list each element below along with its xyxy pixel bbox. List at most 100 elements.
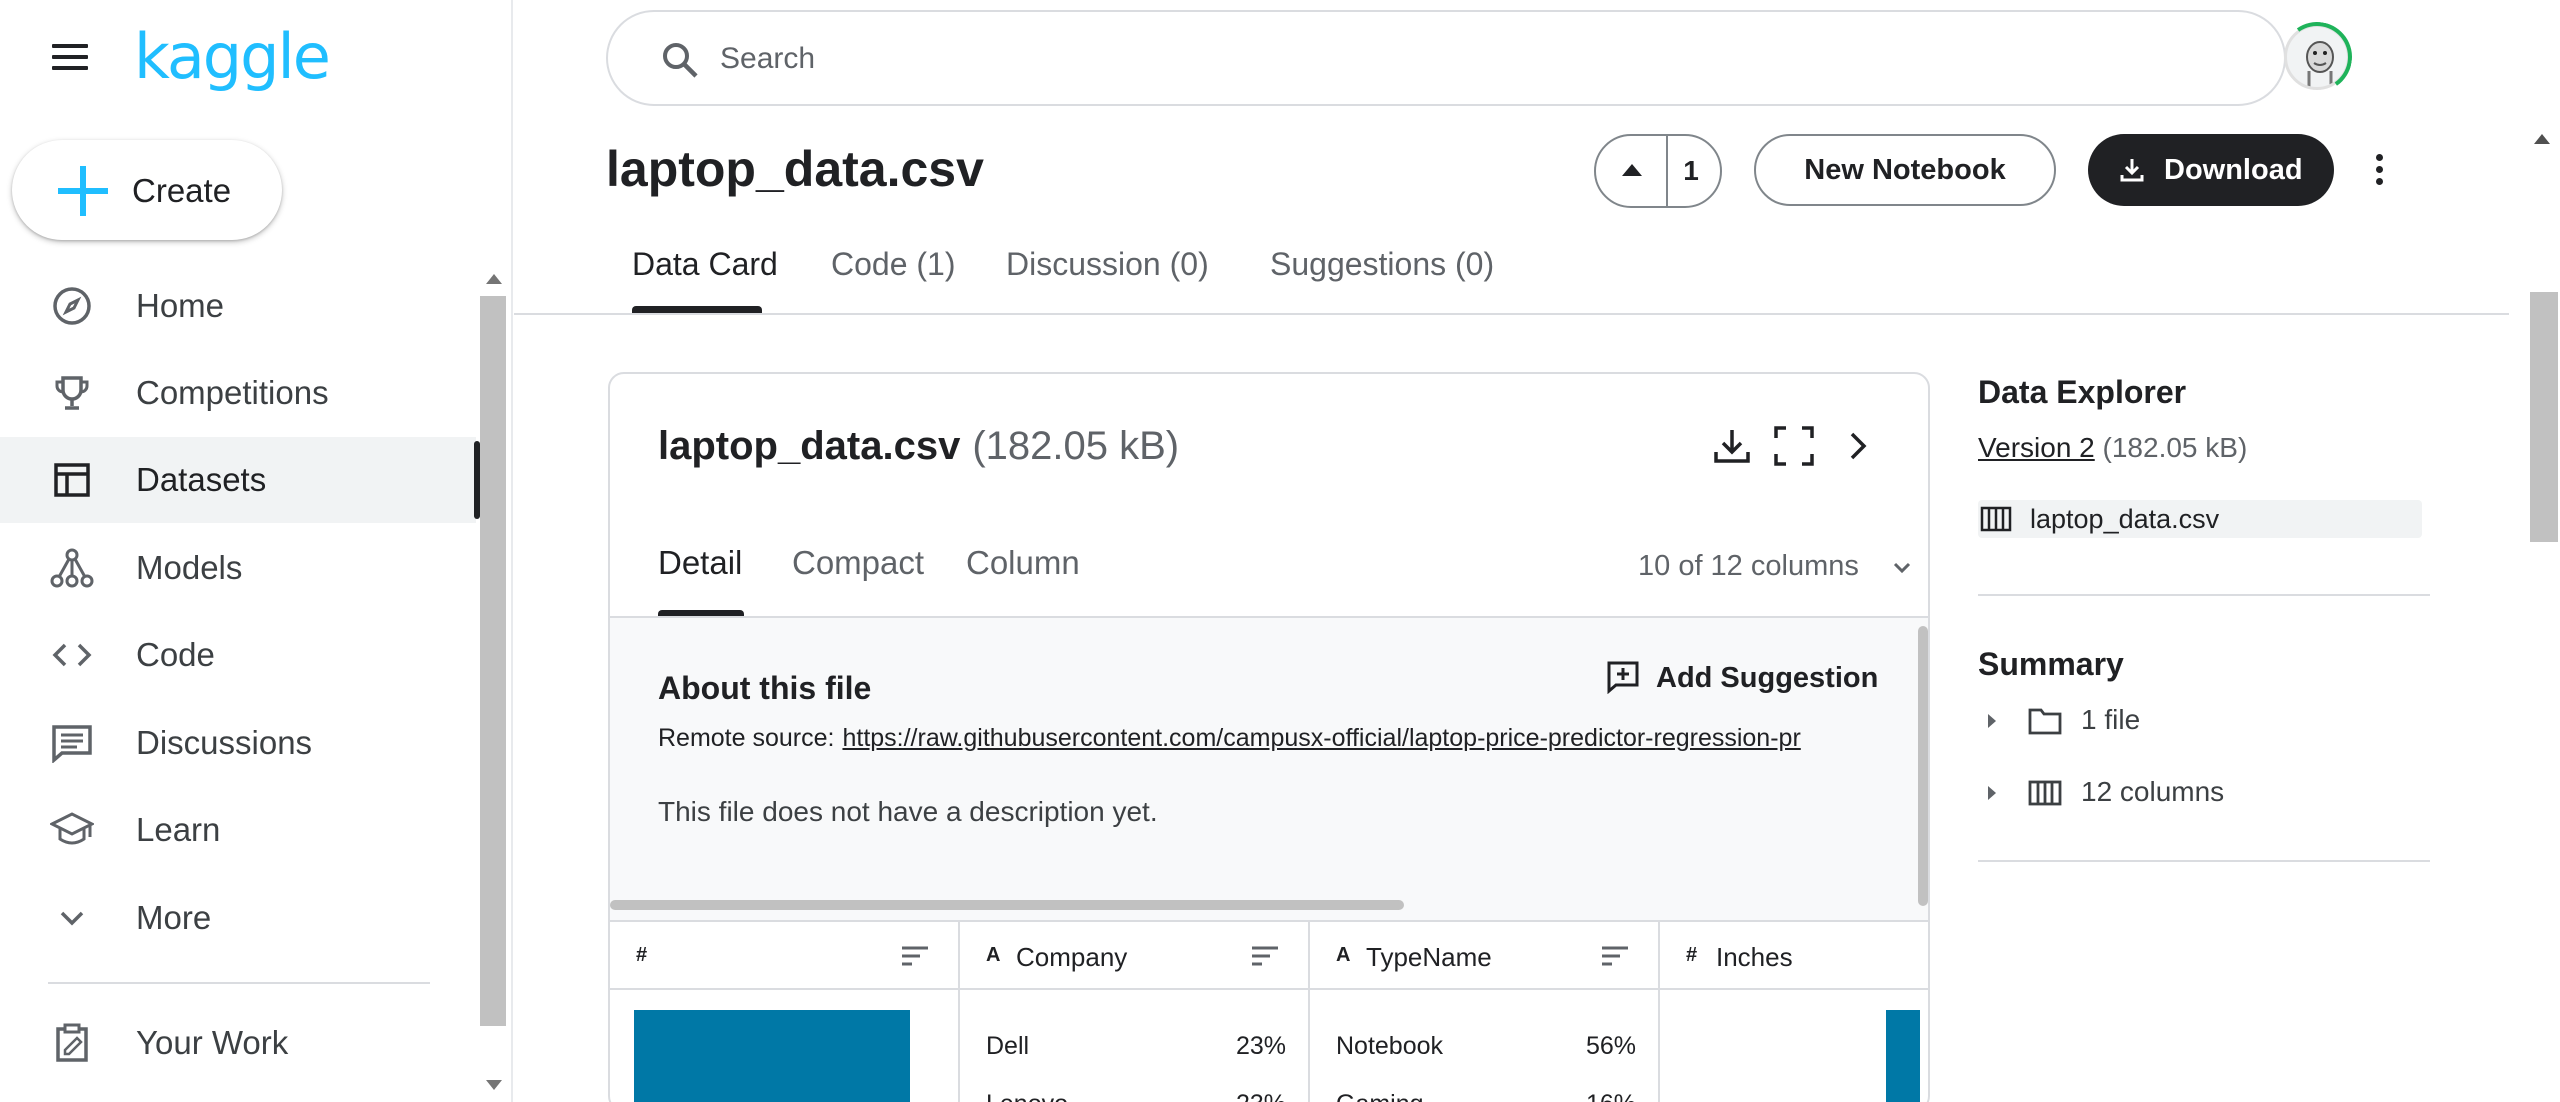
sidebar-divider: [48, 982, 430, 984]
scroll-up-arrow-icon[interactable]: [486, 274, 502, 284]
tab-compact[interactable]: Compact: [792, 544, 924, 582]
sidebar-item-label: More: [136, 899, 212, 936]
tab-code[interactable]: Code (1): [831, 246, 956, 283]
progress-ring: [2276, 16, 2358, 98]
file-size: (182.05 kB): [972, 424, 1180, 468]
download-icon[interactable]: [1710, 424, 1754, 468]
tab-discussion[interactable]: Discussion (0): [1006, 246, 1209, 283]
add-suggestion-icon: [1607, 661, 1639, 694]
create-button[interactable]: Create: [12, 140, 282, 240]
sort-icon[interactable]: [1600, 944, 1630, 968]
add-suggestion-label: Add Suggestion: [1656, 662, 1879, 694]
numeric-type-icon: #: [636, 944, 648, 966]
table-file-icon: [1980, 506, 2012, 532]
value-percent: 16%: [1586, 1090, 1636, 1102]
columns-selector[interactable]: 10 of 12 columns: [1638, 550, 1859, 583]
page-title: laptop_data.csv: [606, 141, 984, 197]
sidebar-item-learn[interactable]: Learn: [0, 787, 476, 873]
new-notebook-button[interactable]: New Notebook: [1754, 134, 2056, 206]
sidebar-item-label: Models: [136, 549, 243, 586]
sidebar-item-competitions[interactable]: Competitions: [0, 350, 476, 436]
sidebar-item-datasets[interactable]: Datasets: [0, 437, 480, 523]
numeric-type-icon: #: [1686, 944, 1698, 966]
explorer-divider: [1978, 594, 2430, 596]
sidebar-item-discussions[interactable]: Discussions: [0, 700, 476, 786]
sidebar-scrollbar[interactable]: [478, 262, 508, 1102]
about-title: About this file: [658, 670, 872, 706]
column-company: A Company Dell 23% Lenovo 23%: [960, 922, 1310, 1102]
remote-source-link[interactable]: https://raw.githubusercontent.com/campus…: [842, 724, 1800, 752]
download-icon: [2120, 159, 2144, 182]
summary-item-label: 12 columns: [2081, 776, 2225, 807]
vote-count[interactable]: 1: [1668, 136, 1720, 206]
value-row: Lenovo 23%: [986, 1090, 1286, 1102]
discussions-icon: [50, 721, 94, 765]
sidebar-item-label: Home: [136, 287, 225, 324]
file-card-title: laptop_data.csv (182.05 kB): [658, 424, 1179, 469]
column-index: #: [610, 922, 960, 1102]
value-row: Dell 23%: [986, 1032, 1286, 1061]
value-label: Dell: [986, 1032, 1030, 1060]
sidebar-item-code[interactable]: Code: [0, 612, 476, 698]
menu-icon[interactable]: [52, 42, 90, 72]
sidebar-item-models[interactable]: Models: [0, 525, 476, 611]
file-card: laptop_data.csv (182.05 kB) Detail Compac…: [608, 372, 1930, 1102]
sidebar-item-more[interactable]: More: [0, 875, 476, 961]
scroll-thumb[interactable]: [2530, 292, 2558, 542]
scroll-thumb[interactable]: [480, 296, 506, 1026]
sort-icon[interactable]: [1250, 944, 1280, 968]
create-label: Create: [132, 172, 232, 209]
sidebar-item-label: Competitions: [136, 374, 329, 411]
scroll-up-arrow-icon[interactable]: [2534, 134, 2550, 144]
tab-data-card[interactable]: Data Card: [632, 246, 778, 283]
your-work-icon: [50, 1021, 94, 1065]
download-label: Download: [2164, 154, 2303, 186]
sidebar-item-label: Datasets: [136, 461, 267, 498]
value-label: Lenovo: [986, 1090, 1068, 1102]
version-link[interactable]: Version 2: [1978, 432, 2095, 463]
more-options-icon[interactable]: [2362, 150, 2398, 190]
graduation-cap-icon: [50, 808, 94, 852]
string-type-icon: A: [1336, 944, 1351, 966]
value-percent: 23%: [1235, 1032, 1286, 1060]
explorer-file-item[interactable]: laptop_data.csv: [1978, 500, 2422, 538]
file-name: laptop_data.csv: [658, 424, 961, 468]
download-button[interactable]: Download: [2088, 134, 2334, 206]
value-row: Notebook 56%: [1336, 1032, 1636, 1061]
value-label: Notebook: [1336, 1032, 1444, 1060]
chevron-right-icon[interactable]: [1836, 424, 1880, 468]
scroll-down-arrow-icon[interactable]: [486, 1080, 502, 1090]
file-description: This file does not have a description ye…: [658, 796, 1158, 827]
tab-detail[interactable]: Detail: [658, 544, 742, 582]
trophy-icon: [50, 371, 94, 415]
column-header: A Company: [960, 922, 1308, 990]
remote-source-label: Remote source:: [658, 724, 835, 752]
tab-column[interactable]: Column: [966, 544, 1080, 582]
tab-suggestions[interactable]: Suggestions (0): [1270, 246, 1494, 283]
value-row: Gaming 16%: [1336, 1090, 1636, 1102]
sidebar-item-label: Your Work: [136, 1024, 289, 1061]
fullscreen-icon[interactable]: [1772, 424, 1816, 468]
remote-source: Remote source: https://raw.githubusercont…: [658, 724, 1801, 753]
tabs-divider: [514, 313, 2509, 315]
sidebar: kaggle Create Home Competitions Datasets…: [0, 0, 513, 1102]
sidebar-item-your-work[interactable]: Your Work: [0, 1000, 476, 1086]
search-input[interactable]: Search: [606, 10, 2286, 106]
chevron-down-icon[interactable]: [1888, 554, 1916, 582]
kaggle-logo[interactable]: kaggle: [134, 20, 331, 93]
column-inches: # Inches: [1660, 922, 1928, 1102]
version-info: Version 2 (182.05 kB): [1978, 432, 2247, 464]
columns-icon: [2028, 780, 2062, 806]
column-name: TypeName: [1366, 942, 1492, 972]
column-header: #: [610, 922, 958, 990]
upvote-button[interactable]: [1596, 136, 1668, 206]
sidebar-item-home[interactable]: Home: [0, 263, 476, 349]
page-scrollbar[interactable]: [2524, 118, 2560, 1102]
horizontal-scroll-thumb[interactable]: [610, 900, 1404, 910]
summary-item-label: 1 file: [2081, 704, 2141, 735]
sort-icon[interactable]: [900, 944, 930, 968]
vertical-scroll-thumb[interactable]: [1918, 626, 1928, 906]
explorer-file-name: laptop_data.csv: [2030, 504, 2220, 534]
search-placeholder: Search: [720, 42, 816, 75]
caret-right-icon: [1988, 786, 1996, 800]
